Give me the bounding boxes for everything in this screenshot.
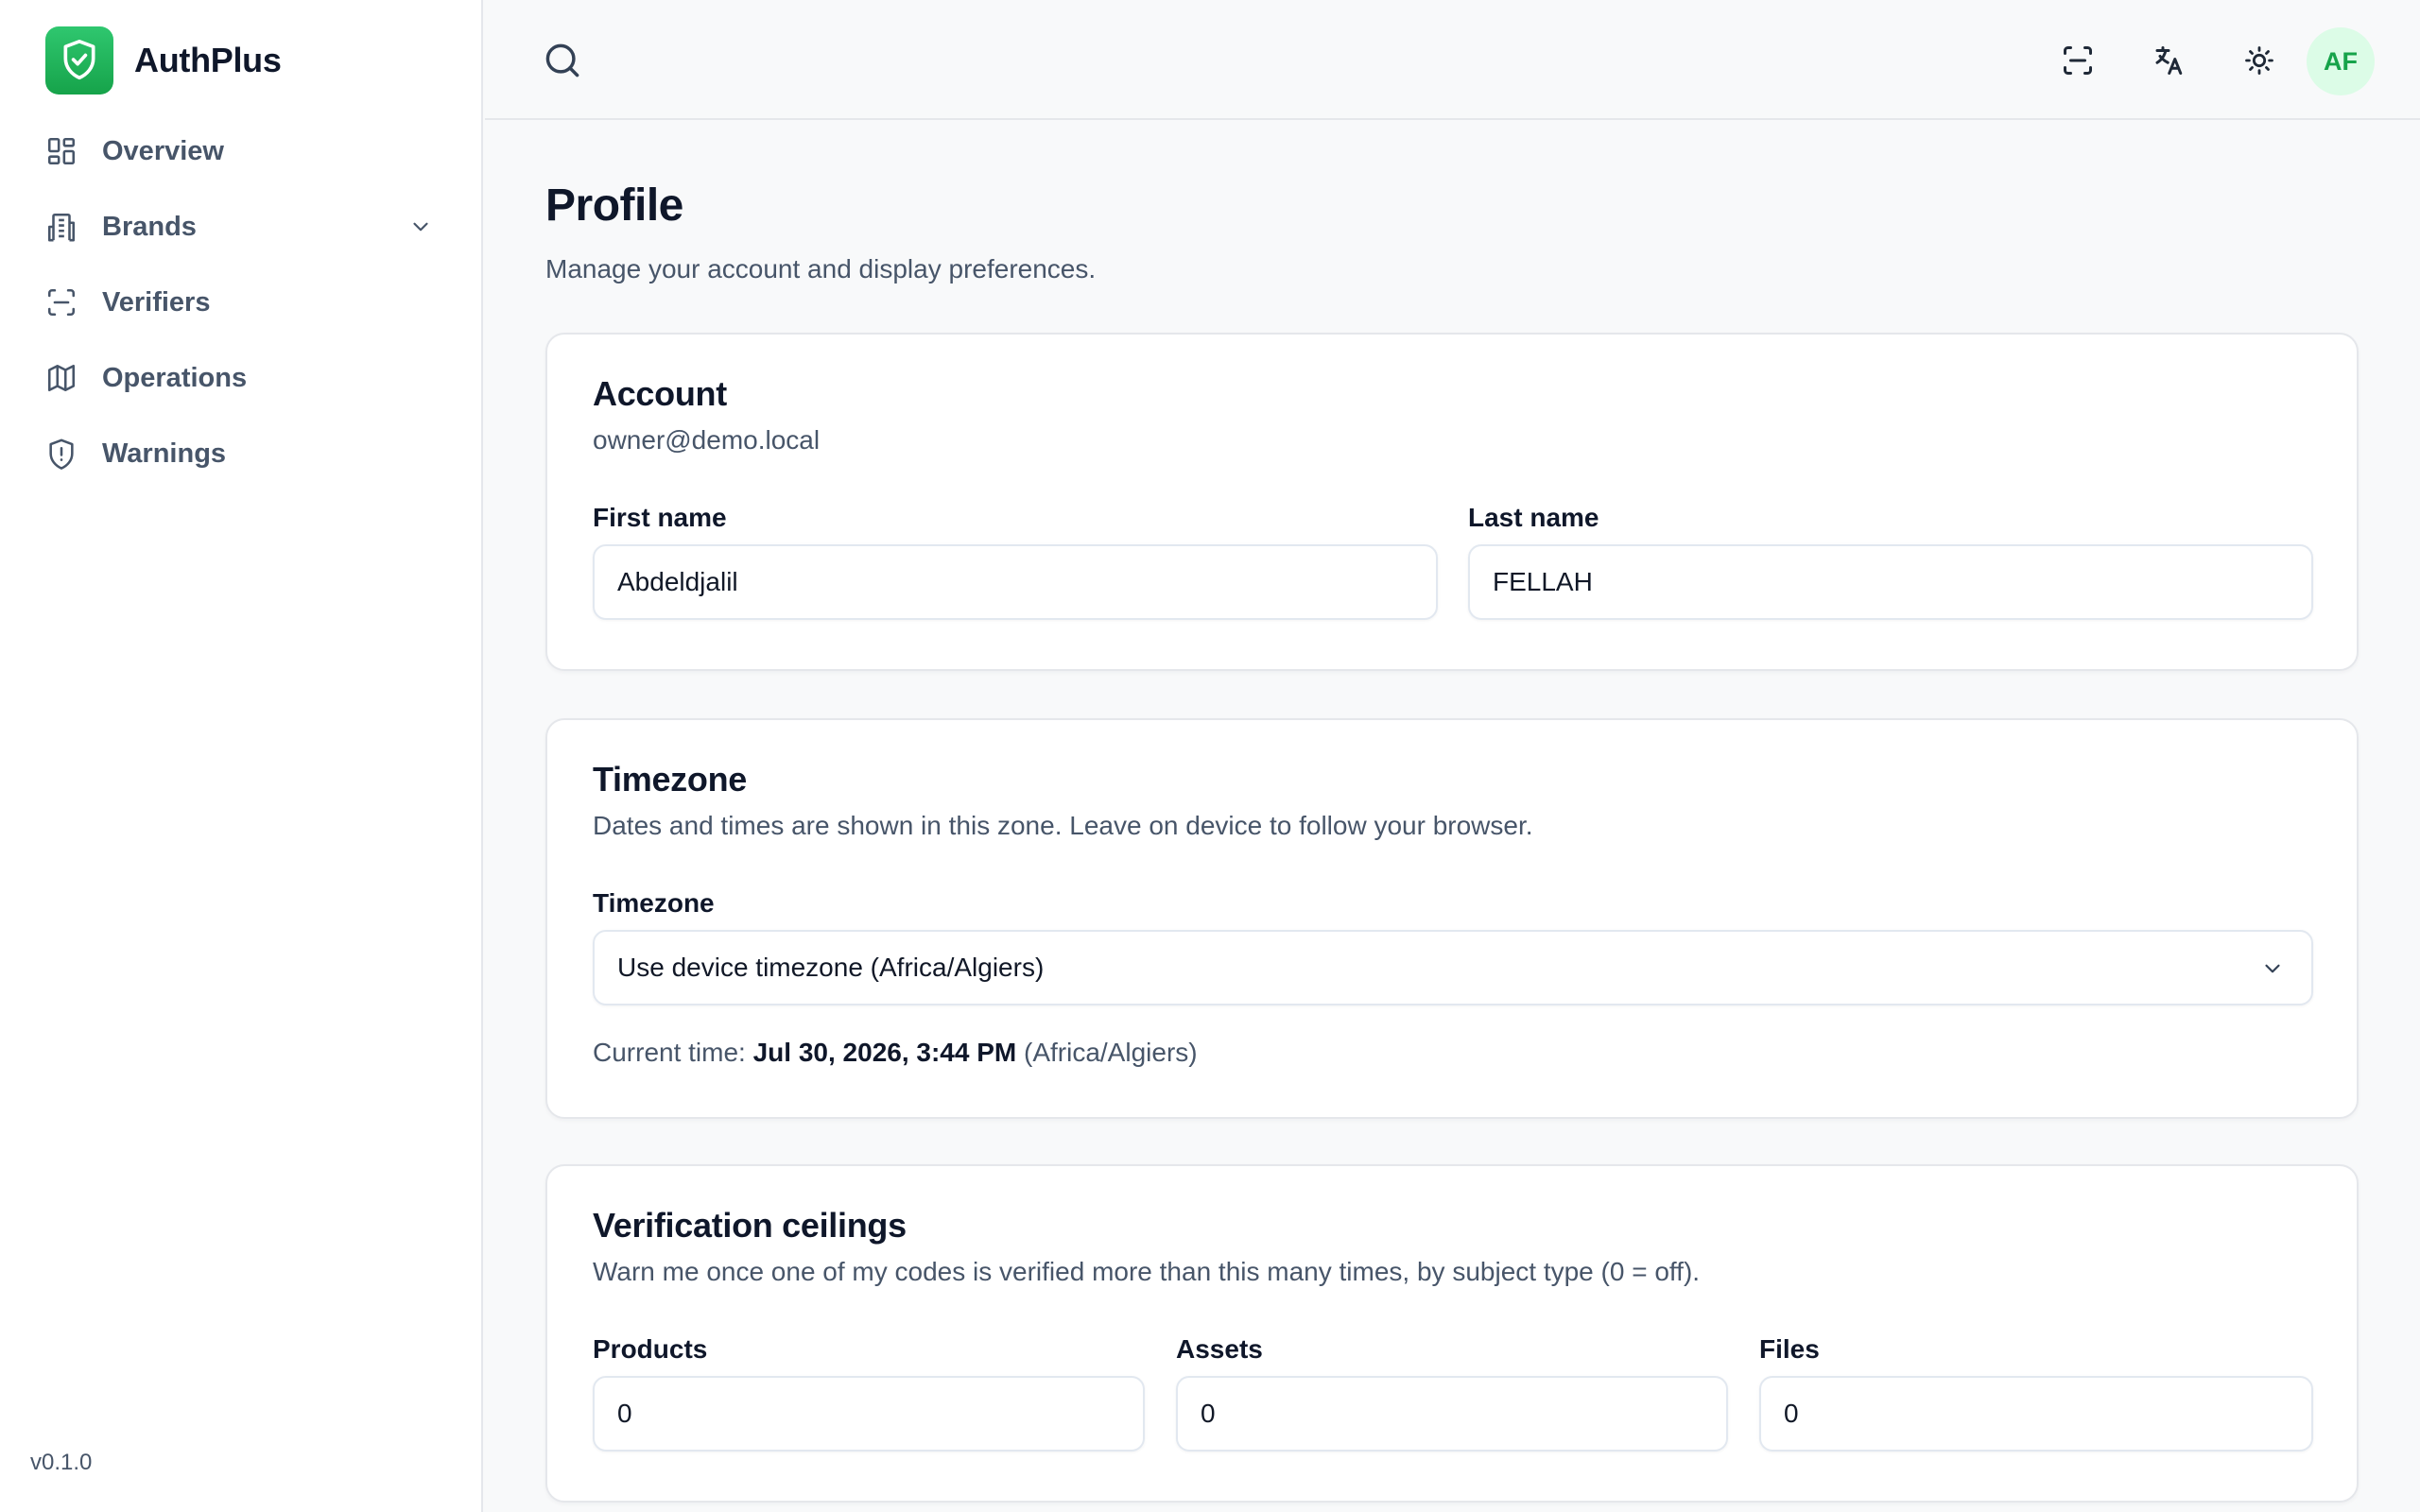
sidebar-item-overview[interactable]: Overview bbox=[30, 117, 454, 185]
current-time-value: Jul 30, 2026, 3:44 PM bbox=[752, 1038, 1017, 1067]
sidebar-item-brands[interactable]: Brands bbox=[30, 193, 454, 261]
timezone-description: Dates and times are shown in this zone. … bbox=[593, 811, 1533, 840]
ceilings-title: Verification ceilings bbox=[593, 1206, 907, 1245]
current-time-label: Current time: bbox=[593, 1038, 746, 1067]
translate-icon bbox=[2155, 46, 2183, 75]
current-time-zone: (Africa/Algiers) bbox=[1024, 1038, 1198, 1067]
language-button[interactable] bbox=[2146, 38, 2191, 83]
shield-check-logo-icon bbox=[45, 26, 113, 94]
main-content: Profile Manage your account and display … bbox=[545, 180, 2359, 1503]
shield-alert-icon bbox=[49, 438, 74, 470]
sun-icon bbox=[2245, 46, 2273, 75]
search-icon bbox=[545, 43, 579, 77]
sidebar-item-warnings[interactable]: Warnings bbox=[30, 420, 454, 488]
sidebar-item-verifiers[interactable]: Verifiers bbox=[30, 268, 454, 336]
sidebar-item-label: Operations bbox=[102, 362, 248, 393]
chevron-down-icon[interactable] bbox=[408, 215, 433, 239]
sidebar-item-label: Brands bbox=[102, 211, 197, 242]
timezone-card: Timezone Dates and times are shown in th… bbox=[545, 718, 2359, 1119]
timezone-title: Timezone bbox=[593, 760, 747, 799]
last-name-label: Last name bbox=[1468, 503, 1599, 532]
first-name-label: First name bbox=[593, 503, 727, 532]
timezone-select[interactable]: Use device timezone (Africa/Algiers) bbox=[593, 930, 2313, 1005]
app-version: v0.1.0 bbox=[30, 1450, 93, 1475]
scan-button[interactable] bbox=[2055, 38, 2100, 83]
products-label: Products bbox=[593, 1334, 708, 1364]
current-time: Current time: Jul 30, 2026, 3:44 PM (Afr… bbox=[593, 1038, 1198, 1068]
ceilings-description: Warn me once one of my codes is verified… bbox=[593, 1257, 1701, 1286]
chevron-down-icon bbox=[2265, 964, 2280, 973]
sidebar-item-operations[interactable]: Operations bbox=[30, 344, 454, 412]
products-input[interactable]: 0 bbox=[593, 1376, 1145, 1452]
assets-input[interactable]: 0 bbox=[1176, 1376, 1728, 1452]
timezone-field-label: Timezone bbox=[593, 888, 715, 918]
timezone-selected-value: Use device timezone (Africa/Algiers) bbox=[617, 953, 1045, 982]
search-button[interactable] bbox=[542, 40, 583, 81]
topbar: AF bbox=[485, 0, 2420, 120]
user-avatar[interactable]: AF bbox=[2307, 27, 2375, 95]
account-card: Account owner@demo.local First name Abde… bbox=[545, 333, 2359, 671]
building-icon bbox=[47, 213, 76, 242]
files-input[interactable]: 0 bbox=[1759, 1376, 2313, 1452]
scan-icon bbox=[47, 288, 76, 317]
theme-toggle-button[interactable] bbox=[2237, 38, 2282, 83]
assets-label: Assets bbox=[1176, 1334, 1263, 1364]
scan-icon bbox=[2064, 46, 2092, 75]
page-title: Profile bbox=[545, 180, 683, 231]
sidebar-nav: Overview Brands Verifiers Operations War… bbox=[30, 117, 454, 495]
first-name-input[interactable]: Abdeldjalil bbox=[593, 544, 1438, 620]
app-name: AuthPlus bbox=[134, 41, 282, 79]
account-title: Account bbox=[593, 374, 727, 413]
account-email: owner@demo.local bbox=[593, 425, 821, 455]
page-subtitle: Manage your account and display preferen… bbox=[545, 254, 1097, 284]
files-label: Files bbox=[1759, 1334, 1820, 1364]
sidebar-item-label: Verifiers bbox=[102, 286, 211, 318]
map-icon bbox=[47, 364, 76, 392]
verification-ceilings-card: Verification ceilings Warn me once one o… bbox=[545, 1164, 2359, 1503]
sidebar-item-label: Warnings bbox=[102, 438, 227, 469]
dashboard-icon bbox=[47, 137, 76, 165]
last-name-input[interactable]: FELLAH bbox=[1468, 544, 2313, 620]
sidebar: AuthPlus Overview Brands Verifiers Opera… bbox=[0, 0, 483, 1512]
sidebar-item-label: Overview bbox=[102, 135, 224, 166]
brand[interactable]: AuthPlus bbox=[45, 26, 282, 94]
